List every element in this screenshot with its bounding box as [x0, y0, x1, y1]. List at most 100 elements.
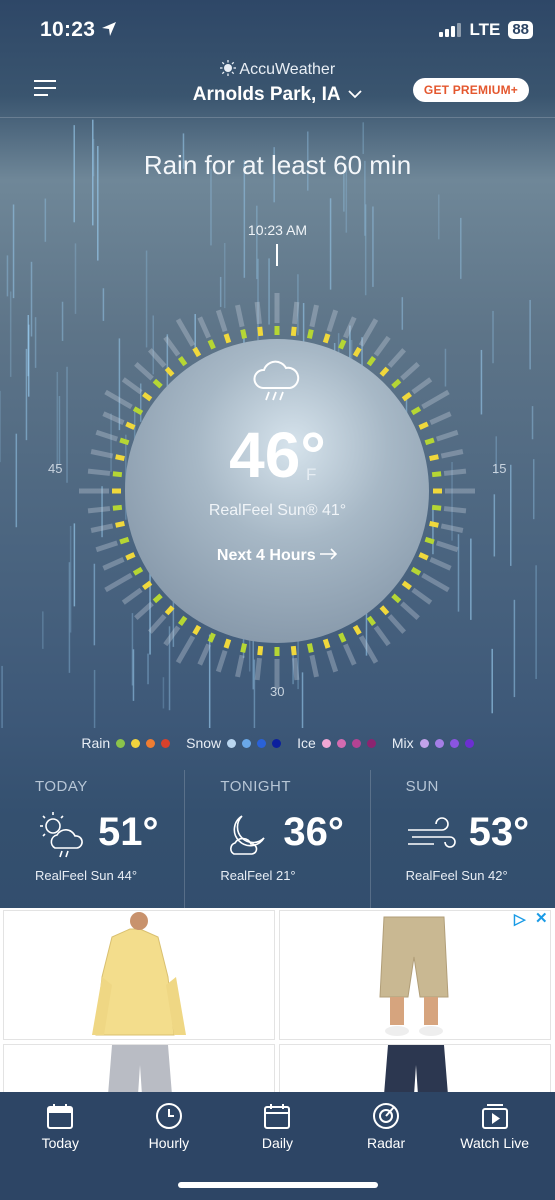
tab-label: Daily: [261, 1135, 294, 1151]
get-premium-button[interactable]: GET PREMIUM+: [412, 78, 529, 102]
ring-outer-tick: [235, 654, 245, 678]
ring-precip-tick: [119, 536, 130, 545]
legend-dot: [227, 738, 237, 748]
forecast-temp: 51°: [98, 810, 159, 854]
ring-outer-tick: [215, 650, 228, 673]
ring-precip-tick: [391, 378, 402, 389]
gray-pants-image: [108, 1045, 172, 1093]
ring-outer-tick: [163, 625, 181, 647]
location-name: Arnolds Park, IA: [192, 84, 340, 105]
shorts-image: [379, 916, 449, 1036]
tab-label: Radar: [367, 1135, 406, 1151]
ring-precip-tick: [152, 378, 163, 389]
forecast-realfeel: RealFeel 21°: [220, 868, 296, 883]
location-arrow-icon: [102, 22, 117, 36]
ad-product-shirt[interactable]: [3, 910, 275, 1040]
signal-icon: [439, 23, 462, 37]
ring-precip-tick: [410, 566, 422, 576]
tab-watch-live[interactable]: Watch Live: [445, 1092, 545, 1200]
legend-dot: [336, 738, 346, 748]
ring-precip-tick: [366, 615, 377, 626]
next-4-hours-link[interactable]: Next 4 Hours: [0, 547, 555, 565]
ring-precip-tick: [142, 580, 153, 591]
status-indicators: LTE 88: [439, 20, 533, 40]
legend-rain: Rain: [81, 735, 171, 751]
ring-precip-tick: [338, 339, 347, 350]
legend-dot: [116, 738, 126, 748]
forecast-tonight[interactable]: TONIGHT 36° RealFeel 21°: [184, 770, 369, 908]
legend-mix: Mix: [392, 735, 474, 751]
ad-product-pants-navy[interactable]: [279, 1044, 551, 1094]
legend-rain-label: Rain: [81, 735, 111, 751]
legend-dot: [366, 738, 376, 748]
ring-outer-tick: [387, 614, 406, 634]
ring-outer-tick: [148, 348, 167, 368]
precip-headline: Rain for at least 60 min: [143, 150, 412, 180]
ring-precip-tick: [391, 593, 402, 604]
ring-outer-tick: [326, 650, 339, 673]
battery-icon: 88: [508, 21, 533, 39]
temperature-unit: F: [306, 465, 317, 484]
legend-dot: [272, 738, 282, 748]
ring-outer-tick: [254, 301, 262, 325]
partly-sunny-rain-icon: [40, 812, 83, 858]
ring-precip-tick: [338, 632, 347, 643]
sun-logo-icon: [219, 60, 236, 76]
forecast-label: TONIGHT: [220, 778, 292, 795]
tab-today[interactable]: Today: [10, 1092, 110, 1200]
forecast-label: SUN: [405, 778, 439, 795]
network-label: LTE: [469, 20, 501, 39]
legend-ice-label: Ice: [297, 735, 316, 751]
next-hours-label: Next 4 Hours: [216, 547, 316, 564]
legend-dot: [434, 738, 444, 748]
ring-outer-tick: [104, 389, 133, 410]
arrow-right-icon: [320, 548, 338, 560]
ring-precip-tick: [115, 520, 125, 528]
ring-precip-tick: [401, 580, 412, 591]
ring-time-marker: [276, 244, 278, 266]
ring-outer-tick: [440, 523, 464, 533]
forecast-label: TODAY: [35, 778, 88, 795]
legend-dot: [131, 738, 141, 748]
calendar-today-icon: [47, 1104, 74, 1129]
ring-precip-tick: [164, 605, 175, 616]
ring-outer-tick: [373, 335, 391, 357]
ring-outer-tick: [411, 377, 433, 395]
ring-outer-tick: [104, 572, 133, 593]
navy-pants-image: [384, 1045, 448, 1093]
ring-outer-tick: [235, 304, 245, 328]
ring-outer-tick: [121, 587, 143, 605]
ring-precip-tick: [142, 391, 153, 402]
ad-banner[interactable]: ▷ ✕: [0, 908, 555, 1094]
ring-precip-tick: [192, 346, 202, 358]
adchoices-icon[interactable]: ▷: [514, 910, 526, 928]
ring-precip-tick: [290, 645, 297, 656]
forecast-today[interactable]: TODAY 51° RealFeel Sun 44°: [0, 770, 184, 908]
ring-outer-tick: [411, 587, 433, 605]
close-ad-icon[interactable]: ✕: [535, 909, 548, 927]
ring-outer-tick: [121, 377, 143, 395]
chevron-down-icon: [348, 90, 362, 99]
ring-precip-tick: [306, 643, 314, 653]
ring-precip-tick: [352, 624, 362, 636]
legend-ice: Ice: [297, 735, 376, 751]
ring-tick-30: 30: [270, 684, 285, 699]
ring-outer-tick: [421, 389, 450, 410]
ring-precip-tick: [424, 536, 435, 545]
ring-outer-tick: [134, 601, 154, 620]
ring-precip-tick: [306, 329, 314, 339]
ring-precip-tick: [132, 406, 144, 416]
ring-outer-tick: [358, 635, 379, 664]
ad-product-pants-gray[interactable]: [3, 1044, 275, 1094]
ad-product-shorts[interactable]: [279, 910, 551, 1040]
forecast-sun[interactable]: SUN 53° RealFeel Sun 42°: [369, 770, 555, 908]
current-temperature: 46°: [229, 419, 326, 491]
legend-mix-label: Mix: [391, 735, 414, 751]
legend-dot: [449, 738, 459, 748]
precip-legend: Rain Snow Ice Mix: [0, 735, 555, 751]
tab-label: Hourly: [148, 1135, 190, 1151]
ring-precip-tick: [240, 329, 248, 339]
legend-dot: [464, 738, 474, 748]
ring-precip-tick: [379, 366, 390, 377]
brand-name: AccuWeather: [239, 61, 336, 78]
